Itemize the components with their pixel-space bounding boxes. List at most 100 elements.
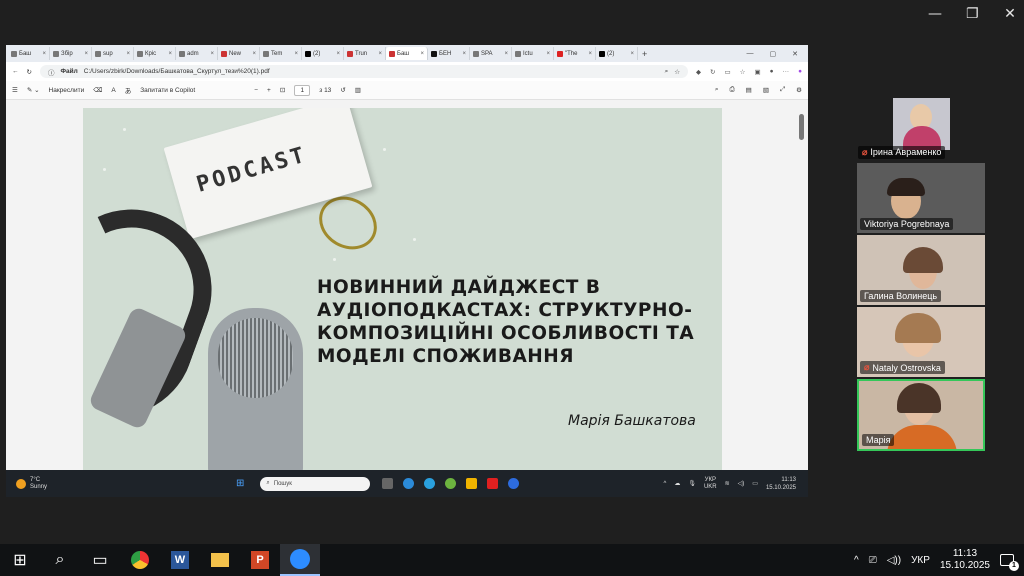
tab[interactable]: Збір ×: [50, 47, 92, 60]
tab-close-icon[interactable]: ×: [378, 51, 382, 57]
tab[interactable]: New ×: [218, 47, 260, 60]
language-indicator[interactable]: УКР: [911, 555, 930, 566]
tab-close-icon[interactable]: ×: [126, 51, 130, 57]
new-tab-icon[interactable]: +: [642, 49, 647, 59]
zoom-app[interactable]: [280, 544, 320, 576]
tab[interactable]: SPA ×: [470, 47, 512, 60]
refresh-icon[interactable]: ↻: [27, 68, 32, 76]
tab-close-icon[interactable]: ×: [420, 51, 424, 57]
fit-page-icon[interactable]: ⊡: [280, 86, 285, 94]
telegram-icon[interactable]: [424, 478, 436, 489]
participant-video-iryna[interactable]: [893, 98, 950, 150]
contents-icon[interactable]: ☰: [12, 86, 18, 94]
explorer-app[interactable]: [200, 544, 240, 576]
tab-close-icon[interactable]: ×: [84, 51, 88, 57]
pdf-viewer[interactable]: PODCAST НОВИННИЙ ДАЙДЖЕСТ В АУДІОПОДКАСТ…: [6, 100, 808, 470]
folder-icon[interactable]: [466, 478, 478, 489]
profile-icon[interactable]: ●: [770, 68, 774, 76]
refresh-app-icon[interactable]: ↻: [710, 68, 715, 76]
favorite-star-icon[interactable]: ☆: [674, 68, 680, 76]
ask-copilot-button[interactable]: Запитати в Copilot: [140, 87, 195, 94]
start-icon[interactable]: ⊞: [236, 478, 244, 489]
zoom-in-icon[interactable]: +: [267, 87, 271, 94]
participant-video-halyna[interactable]: Галина Волинець: [857, 235, 985, 305]
tab[interactable]: (2) ×: [596, 47, 638, 60]
word-app[interactable]: W: [160, 544, 200, 576]
search-icon[interactable]: ⌕: [715, 86, 719, 94]
scrollbar-thumb[interactable]: [799, 114, 804, 140]
remote-language[interactable]: УКР UKR: [704, 477, 717, 491]
weather-widget[interactable]: 7°C Sunny: [6, 477, 236, 491]
address-field[interactable]: ⓘ Файл C:/Users/zbirk/Downloads/Башкатов…: [39, 65, 689, 78]
translate-button[interactable]: あ: [125, 85, 132, 95]
youtube-icon[interactable]: [487, 478, 499, 489]
split-screen-icon[interactable]: ▭: [724, 68, 730, 76]
participant-video-nataly[interactable]: ⌀ Nataly Ostrovska: [857, 307, 985, 377]
tab-close-icon[interactable]: ×: [588, 51, 592, 57]
pdf-scrollbar[interactable]: [799, 104, 804, 464]
task-view-button[interactable]: ▭: [80, 544, 120, 576]
maximize-icon[interactable]: ▢: [770, 50, 777, 58]
participant-video-mariia-active[interactable]: Марія: [857, 379, 985, 451]
zoom-out-icon[interactable]: −: [254, 87, 258, 94]
close-icon[interactable]: ✕: [1004, 6, 1016, 22]
app-icon[interactable]: [445, 478, 457, 489]
edge-icon[interactable]: [403, 478, 415, 489]
zoom-icon[interactable]: [508, 478, 520, 489]
powerpoint-app[interactable]: P: [240, 544, 280, 576]
zoom-icon[interactable]: ⌕: [665, 68, 669, 76]
save-as-icon[interactable]: ▧: [763, 86, 769, 94]
wifi-icon[interactable]: ≋: [725, 480, 730, 487]
minimize-icon[interactable]: —: [928, 6, 942, 22]
search-button[interactable]: ⌕: [40, 544, 80, 576]
tab[interactable]: БЕН ×: [428, 47, 470, 60]
start-button[interactable]: ⊞: [0, 544, 40, 576]
collections-icon[interactable]: ▣: [754, 68, 760, 76]
settings-gear-icon[interactable]: ⚙: [796, 86, 802, 94]
tab[interactable]: sup ×: [92, 47, 134, 60]
tab-close-icon[interactable]: ×: [462, 51, 466, 57]
tab[interactable]: Баш ×: [8, 47, 50, 60]
tab-close-icon[interactable]: ×: [210, 51, 214, 57]
page-number-input[interactable]: 1: [294, 84, 311, 96]
highlight-icon[interactable]: ✎ ⌄: [27, 86, 40, 94]
tab-close-icon[interactable]: ×: [42, 51, 46, 57]
print-icon[interactable]: ⎙: [729, 86, 734, 94]
mic-icon[interactable]: 🎙: [688, 480, 696, 487]
tab[interactable]: adm ×: [176, 47, 218, 60]
network-icon[interactable]: ⎚: [869, 555, 877, 566]
maximize-icon[interactable]: ❐: [966, 6, 979, 22]
extension-icon[interactable]: ◆: [696, 68, 701, 76]
page-view-icon[interactable]: ▥: [355, 86, 361, 94]
tab-close-icon[interactable]: ×: [168, 51, 172, 57]
copilot-icon[interactable]: ●: [798, 68, 802, 76]
tab-close-icon[interactable]: ×: [630, 51, 634, 57]
tab-close-icon[interactable]: ×: [504, 51, 508, 57]
save-icon[interactable]: ▤: [746, 86, 752, 94]
battery-icon[interactable]: ▭: [752, 480, 758, 487]
minimize-icon[interactable]: —: [747, 50, 754, 58]
tab[interactable]: (2) ×: [302, 47, 344, 60]
back-icon[interactable]: ←: [12, 68, 19, 75]
eraser-icon[interactable]: ⌫: [93, 86, 102, 94]
chevron-up-icon[interactable]: ^: [664, 481, 667, 487]
more-icon[interactable]: ···: [783, 68, 790, 76]
tab[interactable]: "The ×: [554, 47, 596, 60]
task-view-icon[interactable]: [382, 478, 394, 489]
chevron-up-icon[interactable]: ^: [854, 555, 859, 566]
volume-icon[interactable]: ◁)): [887, 555, 901, 566]
tab[interactable]: Trun ×: [344, 47, 386, 60]
tab-close-icon[interactable]: ×: [252, 51, 256, 57]
volume-icon[interactable]: ◁): [738, 480, 745, 487]
draw-button[interactable]: Накреслити: [49, 87, 85, 94]
participant-video-viktoriya[interactable]: Viktoriya Pogrebnaya: [857, 163, 985, 233]
cloud-icon[interactable]: ☁: [674, 480, 680, 487]
chrome-app[interactable]: [120, 544, 160, 576]
clock[interactable]: 11:13 15.10.2025: [940, 548, 990, 572]
remote-clock[interactable]: 11:13 15.10.2025: [766, 476, 796, 492]
tab-close-icon[interactable]: ×: [294, 51, 298, 57]
tab[interactable]: Кріс ×: [134, 47, 176, 60]
tab[interactable]: Tem ×: [260, 47, 302, 60]
tab[interactable]: Ictu ×: [512, 47, 554, 60]
notification-icon[interactable]: 1: [1000, 554, 1019, 571]
